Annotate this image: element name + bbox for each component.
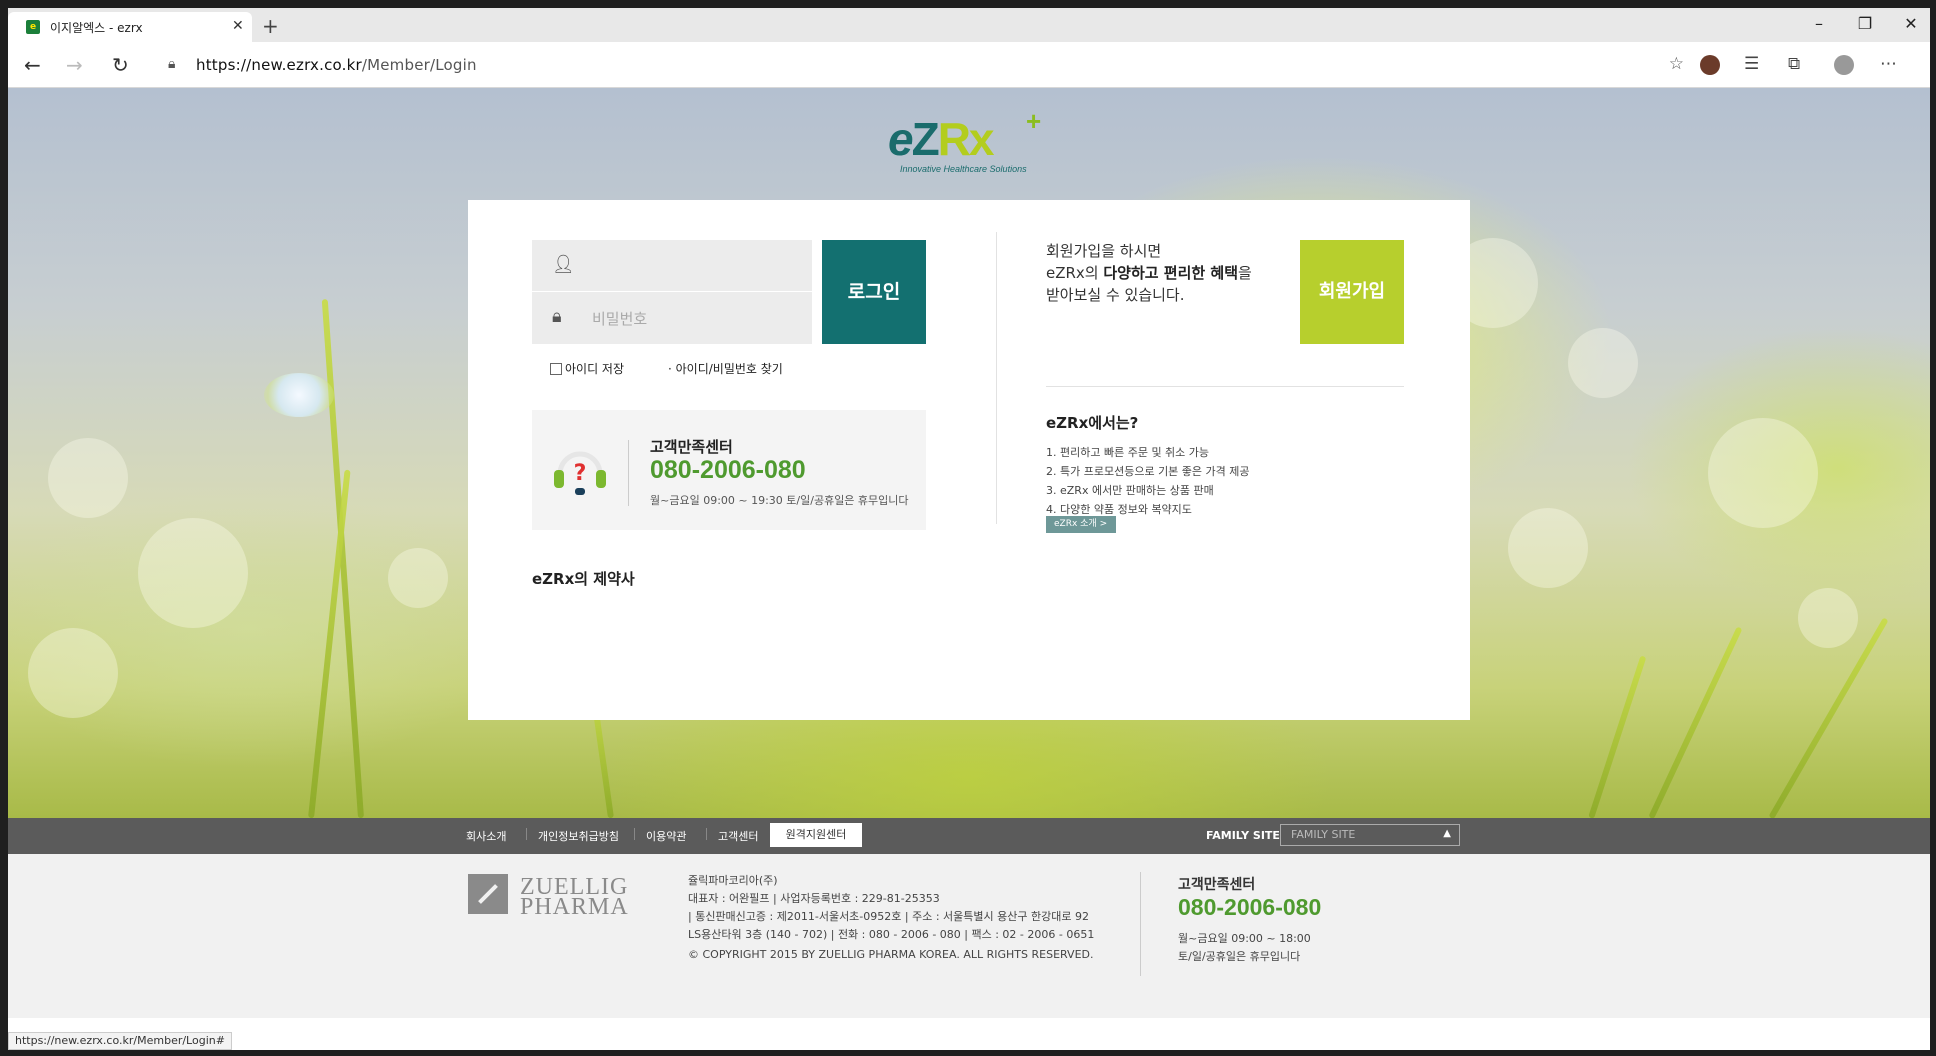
company-name: 쥴릭파마코리아(주) (688, 874, 778, 887)
refresh-icon[interactable]: ↻ (112, 53, 129, 77)
user-icon: 👤︎ (552, 254, 575, 275)
browser-tab[interactable]: e 이지알엑스 - ezrx ✕ (8, 12, 252, 42)
join-button[interactable]: 회원가입 (1300, 240, 1404, 344)
join-message: 회원가입을 하시면 eZRx의 다양하고 편리한 혜택을 받아보실 수 있습니다… (1046, 242, 1252, 304)
footer-link-company[interactable]: 회사소개 (466, 828, 506, 844)
footer-link-privacy[interactable]: 개인정보취급방침 (538, 828, 619, 844)
lock-icon: 🔒︎ (168, 56, 176, 72)
zuellig-pharma-logo: ZUELLIG PHARMA (468, 874, 658, 920)
separator (706, 828, 707, 840)
url-field[interactable]: 🔒︎ https://new.ezrx.co.kr/Member/Login ☆ (154, 49, 1684, 81)
login-button[interactable]: 로그인 (822, 240, 926, 344)
favorites-icon[interactable]: ☰ (1744, 54, 1759, 74)
checkbox-icon[interactable] (550, 363, 562, 375)
address-bar: ← → ↻ 🔒︎ https://new.ezrx.co.kr/Member/L… (8, 42, 1930, 88)
footer-info: ZUELLIG PHARMA 쥴릭파마코리아(주) 대표자 : 어완필프 | 사… (8, 854, 1930, 1018)
partners-title: eZRx의 제약사 (532, 570, 635, 588)
back-icon[interactable]: ← (24, 53, 41, 77)
bokeh (388, 548, 448, 608)
status-bar: https://new.ezrx.co.kr/Member/Login# (8, 1032, 232, 1050)
login-card: 👤︎ 🔒︎ 비밀번호 로그인 아이디 저장 · 아이디/비밀번호 찾기 ? 고객… (468, 200, 1470, 720)
about-title: eZRx에서는? (1046, 414, 1139, 432)
footer-phone: 080-2006-080 (1178, 894, 1322, 920)
bokeh (1798, 588, 1858, 648)
collections-icon[interactable]: ⧉ (1788, 54, 1800, 74)
logo-plus-icon: + (1026, 106, 1042, 136)
about-ezrx-button[interactable]: eZRx 소개 > (1046, 516, 1116, 533)
chevron-up-icon: ▲ (1443, 828, 1451, 839)
bokeh (48, 438, 128, 518)
company-info-line: 대표자 : 어완필프 | 사업자등록번호 : 229-81-25353 (688, 892, 940, 905)
profile-avatar[interactable] (1834, 55, 1854, 75)
save-id-checkbox[interactable]: 아이디 저장 (550, 360, 624, 377)
grass-blade (1588, 655, 1647, 818)
new-tab-icon[interactable]: + (262, 14, 279, 38)
extension-icon[interactable] (1700, 55, 1720, 75)
close-window-icon[interactable]: ✕ (1888, 14, 1930, 33)
browser-window: e 이지알엑스 - ezrx ✕ + – ❐ ✕ ← → ↻ 🔒︎ https:… (8, 8, 1930, 1050)
about-item: 1. 편리하고 빠른 주문 및 취소 가능 (1046, 446, 1210, 459)
zuellig-mark-icon (468, 874, 508, 914)
bokeh (1508, 508, 1588, 588)
favorite-star-icon[interactable]: ☆ (1669, 54, 1684, 74)
flower-stem (321, 299, 364, 818)
about-item: 2. 특가 프로모션등으로 기본 좋은 가격 제공 (1046, 465, 1250, 478)
logo-tagline: Innovative Healthcare Solutions (900, 164, 1027, 174)
divider (1046, 386, 1404, 387)
copyright: © COPYRIGHT 2015 BY ZUELLIG PHARMA KOREA… (688, 948, 1094, 961)
bokeh (1708, 418, 1818, 528)
footer-link-support[interactable]: 고객센터 (718, 828, 758, 844)
customer-center-hours: 월~금요일 09:00 ~ 19:30 토/일/공휴일은 휴무입니다 (650, 494, 909, 507)
divider (996, 232, 997, 524)
hero-background: eZRx + Innovative Healthcare Solutions 👤… (8, 88, 1930, 818)
svg-text:?: ? (574, 461, 587, 486)
grass-blade (308, 469, 351, 818)
company-info-line: | 통신판매신고증 : 제2011-서울서초-0952호 | 주소 : 서울특별… (688, 910, 1089, 923)
remote-support-button[interactable]: 원격지원센터 (770, 823, 862, 847)
about-item: 3. eZRx 에서만 판매하는 상품 판매 (1046, 484, 1214, 497)
footer-nav: 회사소개 개인정보취급방침 이용약관 고객센터 원격지원센터 FAMILY SI… (8, 818, 1930, 854)
grass-blade (1648, 626, 1743, 818)
divider (1140, 872, 1141, 976)
footer-link-terms[interactable]: 이용약관 (646, 828, 686, 844)
about-item: 4. 다양한 약품 정보와 복약지도 (1046, 503, 1192, 516)
close-tab-icon[interactable]: ✕ (232, 18, 244, 34)
ezrx-logo[interactable]: eZRx + Innovative Healthcare Solutions (888, 106, 1058, 182)
bokeh (1568, 328, 1638, 398)
family-site-label: FAMILY SITE (1206, 829, 1280, 842)
tab-title: 이지알엑스 - ezrx (50, 21, 143, 35)
minimize-icon[interactable]: – (1796, 14, 1842, 33)
customer-center-phone: 080-2006-080 (650, 456, 806, 484)
family-site-select[interactable]: FAMILY SITE ▲ (1280, 824, 1460, 846)
password-input[interactable]: 🔒︎ 비밀번호 (532, 292, 812, 344)
customer-center-box: ? 고객만족센터 080-2006-080 월~금요일 09:00 ~ 19:3… (532, 410, 926, 530)
separator (526, 828, 527, 840)
customer-center-title: 고객만족센터 (650, 438, 733, 456)
bokeh (138, 518, 248, 628)
page-viewport: eZRx + Innovative Healthcare Solutions 👤… (8, 88, 1930, 1050)
more-menu-icon[interactable]: ⋯ (1880, 54, 1897, 74)
restore-icon[interactable]: ❐ (1842, 14, 1888, 33)
lock-icon: 🔒︎ (552, 306, 562, 327)
tab-strip: e 이지알엑스 - ezrx ✕ + – ❐ ✕ (8, 8, 1930, 42)
flower-cluster (264, 373, 334, 417)
favicon-icon: e (26, 20, 40, 34)
forward-icon[interactable]: → (66, 53, 83, 77)
separator (634, 828, 635, 840)
divider (628, 440, 629, 506)
find-id-password-link[interactable]: · 아이디/비밀번호 찾기 (668, 360, 783, 377)
bokeh (28, 628, 118, 718)
headset-icon: ? (554, 451, 606, 495)
company-info-line: LS용산타워 3층 (140 - 702) | 전화 : 080 - 2006 … (688, 928, 1095, 941)
url-text: https://new.ezrx.co.kr/Member/Login (196, 56, 477, 74)
id-input[interactable]: 👤︎ (532, 240, 812, 292)
